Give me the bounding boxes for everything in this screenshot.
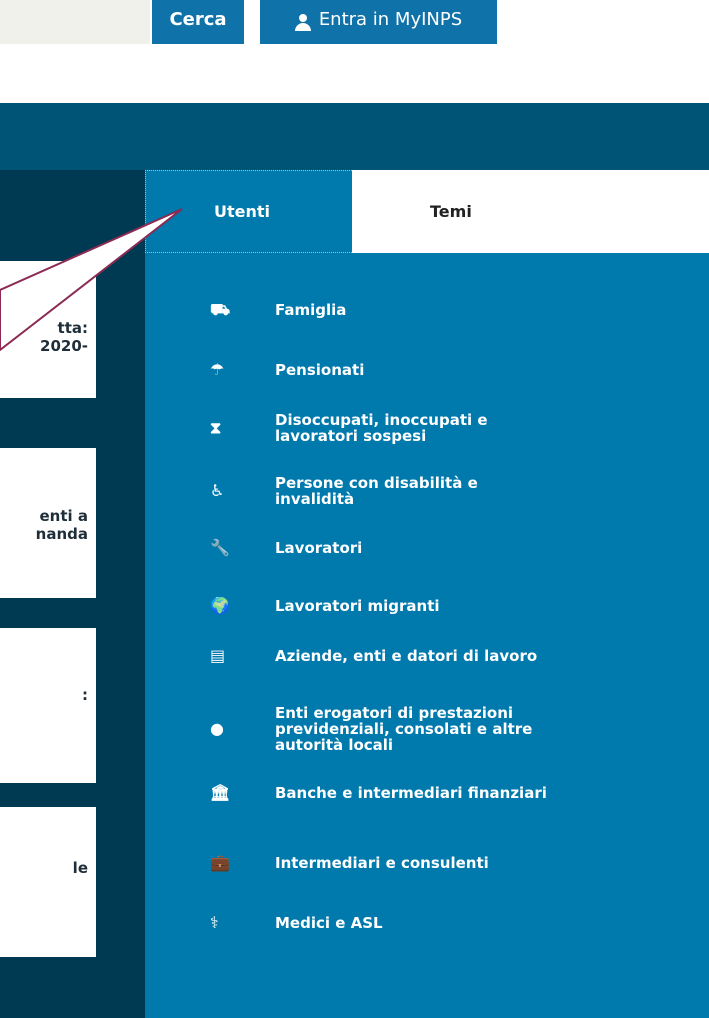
menu-item-label: Intermediari e consulenti [275,854,489,872]
menu-item-disabilita[interactable]: ♿ Persone con disabilità e invalidità [205,475,555,507]
card-text-line: le [72,859,88,877]
main-nav-bar [0,103,709,170]
menu-item-label: Lavoratori migranti [275,597,440,615]
user-icon [294,14,311,31]
tab-users-label: Utenti [214,202,271,221]
hourglass-icon: ⧗ [210,418,222,437]
menu-item-label: Pensionati [275,361,365,379]
stroller-icon: ⛟ [210,300,231,319]
search-button-label: Cerca [169,9,227,30]
menu-item-label: Famiglia [275,301,347,319]
building-icon: ▤ [210,646,226,665]
umbrella-icon: ☂ [210,360,225,379]
menu-item-label: Banche e intermediari finanziari [275,784,547,802]
card-text-line: enti a [39,507,88,525]
bank-icon: 🏛 [210,783,231,802]
piggy-bank-icon: ● [210,719,224,738]
stethoscope-icon: ⚕ [210,913,219,932]
menu-item-label: Disoccupati, inoccupati e lavoratori sos… [275,411,488,445]
wrench-icon: 🔧 [210,538,230,557]
menu-item-pensionati[interactable]: ☂ Pensionati [205,360,555,379]
news-card[interactable]: le [0,807,96,957]
tab-topics[interactable]: Temi [352,170,709,253]
globe-icon: 🌍 [210,596,230,615]
callout-arrow-shape [0,208,183,352]
news-card[interactable]: enti a nanda [0,448,96,598]
menu-item-label: Persone con disabilità e invalidità [275,474,478,508]
wheelchair-icon: ♿ [210,481,225,500]
menu-item-banche[interactable]: 🏛 Banche e intermediari finanziari [205,783,555,802]
menu-item-migranti[interactable]: 🌍 Lavoratori migranti [205,596,555,615]
menu-item-lavoratori[interactable]: 🔧 Lavoratori [205,538,555,557]
search-input[interactable] [0,0,150,44]
menu-item-label: Enti erogatori di prestazioni previdenzi… [275,704,533,754]
menu-item-label: Aziende, enti e datori di lavoro [275,647,538,665]
users-menu-panel [145,170,709,1018]
card-text-line: nanda [35,525,88,543]
menu-item-enti-erogatori[interactable]: ● Enti erogatori di prestazioni previden… [205,705,555,753]
card-text-line: : [82,686,88,704]
menu-item-intermediari[interactable]: 💼 Intermediari e consulenti [205,853,555,872]
menu-item-label: Medici e ASL [275,914,383,932]
briefcase-icon: 💼 [210,853,230,872]
menu-item-famiglia[interactable]: ⛟ Famiglia [205,300,555,319]
callout-pointer [0,208,183,352]
login-button[interactable]: Entra in MyINPS [260,0,497,44]
login-button-label: Entra in MyINPS [318,9,463,30]
menu-item-aziende[interactable]: ▤ Aziende, enti e datori di lavoro [205,646,555,665]
search-button[interactable]: Cerca [152,0,244,44]
menu-item-medici[interactable]: ⚕ Medici e ASL [205,913,555,932]
menu-item-label: Lavoratori [275,539,363,557]
tab-topics-label: Temi [430,202,472,221]
top-bar: Cerca Entra in MyINPS [0,0,709,103]
menu-item-disoccupati[interactable]: ⧗ Disoccupati, inoccupati e lavoratori s… [205,412,555,444]
news-card[interactable]: : [0,628,96,783]
